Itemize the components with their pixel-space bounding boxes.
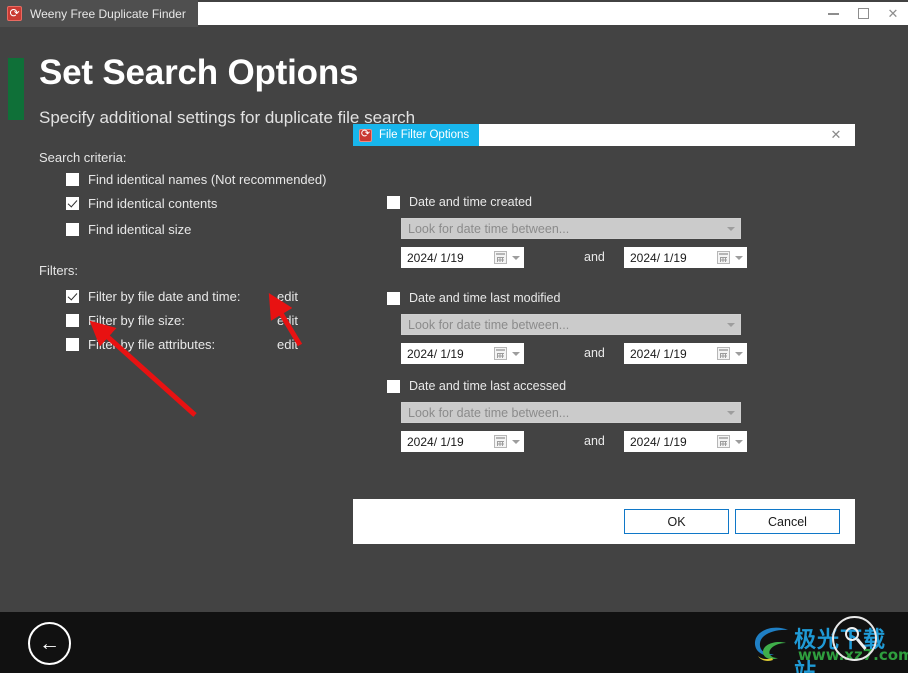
combobox-value: Look for date time between... (408, 221, 570, 236)
checkbox-filter-by-file-attributes[interactable]: Filter by file attributes: (66, 337, 215, 352)
chevron-down-icon (732, 248, 746, 267)
edit-link-date-time[interactable]: edit (277, 289, 298, 304)
cancel-button[interactable]: Cancel (735, 509, 840, 534)
date-value: 2024/ 1/19 (630, 250, 687, 265)
application-window: Weeny Free Duplicate Finder ✕ Set Search… (0, 0, 908, 673)
date-value: 2024/ 1/19 (630, 434, 687, 449)
calendar-icon (494, 435, 507, 448)
magnifier-handle (856, 638, 867, 650)
titlebar-filler (197, 2, 908, 25)
checkbox-label: Find identical size (88, 222, 192, 237)
and-label-accessed: and (584, 434, 605, 448)
date-to-modified[interactable]: 2024/ 1/19 (624, 343, 747, 364)
checkbox-date-time-created[interactable]: Date and time created (387, 195, 532, 209)
site-watermark: 极光下载站 www.xz7.com (752, 618, 908, 673)
checkbox-label: Date and time last modified (409, 291, 561, 305)
date-from-created[interactable]: 2024/ 1/19 (401, 247, 524, 268)
file-filter-options-dialog: File Filter Options ✕ Date and time crea… (353, 124, 855, 544)
checkbox-icon (387, 195, 400, 209)
search-criteria-label: Search criteria: (39, 150, 127, 165)
dialog-title: File Filter Options (379, 129, 470, 141)
date-from-modified[interactable]: 2024/ 1/19 (401, 343, 524, 364)
checkbox-icon (66, 173, 79, 186)
checkbox-icon (66, 223, 79, 236)
chevron-down-icon (732, 344, 746, 363)
date-value: 2024/ 1/19 (407, 346, 464, 361)
date-to-created[interactable]: 2024/ 1/19 (624, 247, 747, 268)
date-value: 2024/ 1/19 (407, 250, 464, 265)
dialog-titlebar: File Filter Options ✕ (353, 124, 855, 146)
checkbox-find-identical-size[interactable]: Find identical size (66, 222, 191, 237)
calendar-icon (717, 435, 730, 448)
and-label-modified: and (584, 346, 605, 360)
checkbox-label: Filter by file attributes: (88, 337, 216, 352)
checkbox-label: Filter by file date and time: (88, 289, 241, 304)
checkbox-icon (387, 379, 400, 393)
combobox-value: Look for date time between... (408, 405, 570, 420)
minimize-button[interactable] (818, 0, 848, 27)
checkbox-date-time-last-modified[interactable]: Date and time last modified (387, 291, 560, 305)
checkbox-checked-icon (66, 290, 79, 303)
checkbox-label: Find identical names (Not recommended) (88, 172, 327, 187)
filters-label: Filters: (39, 263, 78, 278)
dialog-footer: OK Cancel (353, 499, 855, 544)
checkbox-icon (387, 291, 400, 305)
date-value: 2024/ 1/19 (630, 346, 687, 361)
calendar-icon (717, 251, 730, 264)
date-range-mode-combobox-created[interactable]: Look for date time between... (401, 218, 741, 239)
edit-link-file-attributes[interactable]: edit (277, 337, 298, 352)
calendar-icon (494, 251, 507, 264)
date-range-mode-combobox-modified[interactable]: Look for date time between... (401, 314, 741, 335)
chevron-down-icon (509, 344, 523, 363)
dialog-close-button[interactable]: ✕ (825, 124, 847, 146)
checkbox-checked-icon (66, 197, 79, 210)
date-range-mode-combobox-accessed[interactable]: Look for date time between... (401, 402, 741, 423)
checkbox-find-identical-contents[interactable]: Find identical contents (66, 196, 217, 211)
ok-button[interactable]: OK (624, 509, 729, 534)
app-logo-icon (7, 5, 22, 21)
combobox-value: Look for date time between... (408, 317, 570, 332)
dialog-body: Date and time created Look for date time… (353, 146, 855, 499)
chevron-down-icon (721, 403, 740, 422)
maximize-icon (857, 8, 869, 19)
window-title: Weeny Free Duplicate Finder (30, 6, 186, 21)
watermark-swirl-icon (754, 627, 788, 661)
chevron-down-icon (732, 432, 746, 451)
checkbox-label: Date and time last accessed (409, 379, 567, 393)
page-accent-bar (8, 58, 24, 120)
window-titlebar: Weeny Free Duplicate Finder ✕ (0, 0, 908, 27)
calendar-icon (717, 347, 730, 360)
checkbox-date-time-last-accessed[interactable]: Date and time last accessed (387, 379, 566, 393)
checkbox-filter-by-date-time[interactable]: Filter by file date and time: (66, 289, 240, 304)
chevron-down-icon (721, 315, 740, 334)
calendar-icon (494, 347, 507, 360)
app-logo-icon (359, 127, 372, 142)
date-to-accessed[interactable]: 2024/ 1/19 (624, 431, 747, 452)
checkbox-label: Date and time created (409, 195, 532, 209)
checkbox-icon (66, 338, 79, 351)
maximize-button[interactable] (848, 0, 878, 27)
window-title-tab: Weeny Free Duplicate Finder (0, 0, 198, 27)
date-value: 2024/ 1/19 (407, 434, 464, 449)
edit-link-file-size[interactable]: edit (277, 313, 298, 328)
and-label-created: and (584, 250, 605, 264)
checkbox-label: Filter by file size: (88, 313, 185, 328)
chevron-down-icon (509, 248, 523, 267)
checkbox-filter-by-file-size[interactable]: Filter by file size: (66, 313, 185, 328)
date-from-accessed[interactable]: 2024/ 1/19 (401, 431, 524, 452)
close-button[interactable]: ✕ (878, 0, 908, 27)
chevron-down-icon (509, 432, 523, 451)
minimize-icon (827, 12, 839, 15)
chevron-down-icon (721, 219, 740, 238)
dialog-title-tab: File Filter Options (353, 124, 480, 146)
search-icon (832, 616, 877, 661)
checkbox-icon (66, 314, 79, 327)
page-title: Set Search Options (39, 53, 359, 92)
back-button[interactable]: ← (28, 622, 71, 665)
checkbox-find-identical-names[interactable]: Find identical names (Not recommended) (66, 172, 326, 187)
checkbox-label: Find identical contents (88, 196, 218, 211)
window-controls: ✕ (818, 0, 908, 27)
